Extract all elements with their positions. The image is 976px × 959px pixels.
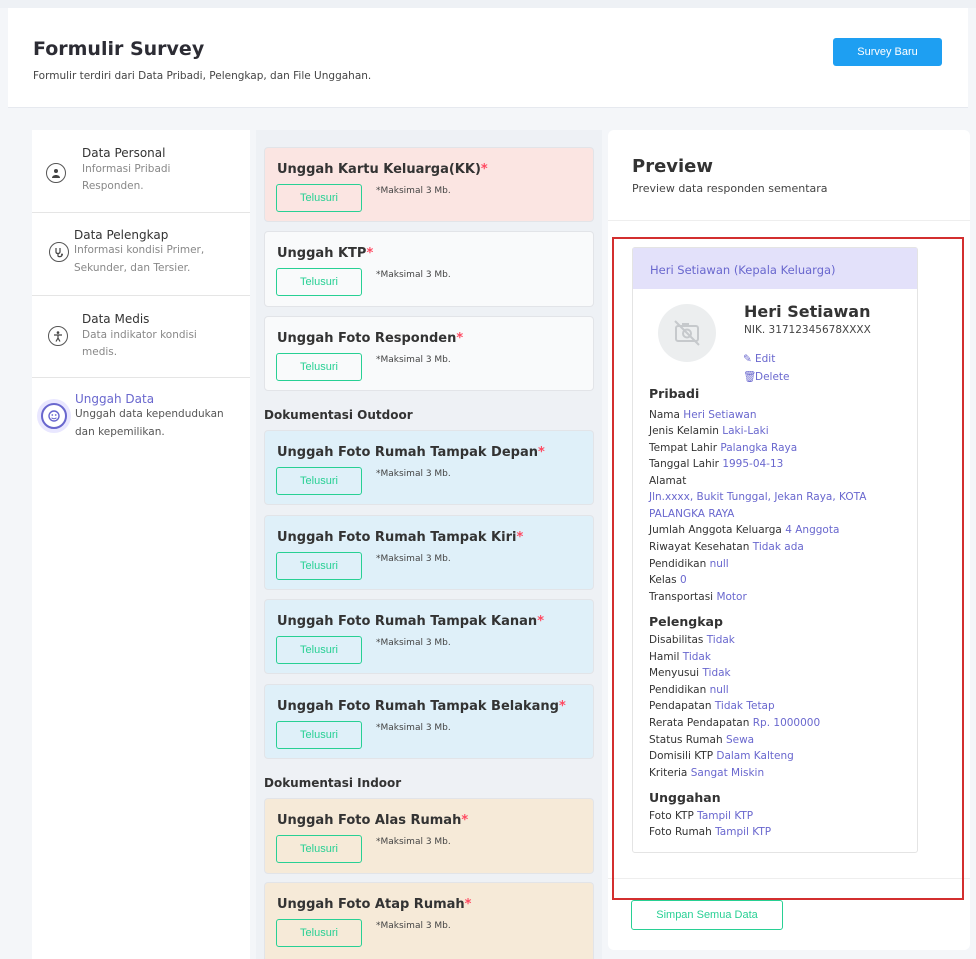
browse-button[interactable]: Telusuri (276, 835, 362, 863)
divider (608, 220, 970, 221)
required-mark: * (456, 331, 464, 346)
upload-title-text: Unggah Foto Rumah Tampak Kanan (277, 614, 538, 629)
upload-title-text: Unggah Kartu Keluarga(KK) (277, 162, 481, 177)
upload-card-ktp: Unggah KTP* Telusuri *Maksimal 3 Mb. (264, 231, 594, 307)
upload-note: *Maksimal 3 Mb. (376, 837, 451, 847)
upload-title: Unggah Foto Rumah Tampak Kanan* (277, 614, 544, 629)
section-outdoor: Dokumentasi Outdoor (264, 408, 413, 422)
upload-note: *Maksimal 3 Mb. (376, 723, 451, 733)
section-indoor: Dokumentasi Indoor (264, 776, 402, 790)
sidebar-item-desc: Informasi Pribadi (82, 163, 171, 175)
upload-card-atap-rumah: Unggah Foto Atap Rumah* Telusuri *Maksim… (264, 882, 594, 959)
upload-title: Unggah Foto Atap Rumah* (277, 897, 471, 912)
upload-title: Unggah Foto Rumah Tampak Depan* (277, 445, 545, 460)
upload-title-text: Unggah Foto Alas Rumah (277, 813, 462, 828)
sidebar: Data Personal Informasi Pribadi Responde… (32, 130, 250, 959)
page-subtitle: Formulir terdiri dari Data Pribadi, Pele… (33, 70, 372, 82)
required-mark: * (461, 813, 469, 828)
upload-note: *Maksimal 3 Mb. (376, 355, 451, 365)
upload-note: *Maksimal 3 Mb. (376, 186, 451, 196)
sidebar-item-data-medis[interactable]: Data Medis Data indikator kondisi medis. (32, 296, 250, 378)
sidebar-item-data-personal[interactable]: Data Personal Informasi Pribadi Responde… (32, 130, 250, 213)
sidebar-item-desc: Responden. (82, 180, 144, 192)
upload-card-kk: Unggah Kartu Keluarga(KK)* Telusuri *Mak… (264, 147, 594, 222)
upload-title: Unggah Foto Alas Rumah* (277, 813, 468, 828)
required-mark: * (480, 162, 488, 177)
browse-button[interactable]: Telusuri (276, 636, 362, 664)
required-mark: * (538, 445, 545, 460)
upload-title-text: Unggah Foto Atap Rumah (277, 897, 465, 912)
upload-title-text: Unggah Foto Rumah Tampak Depan (277, 445, 538, 460)
sidebar-item-unggah-data[interactable]: Unggah Data Unggah data kependudukan dan… (32, 378, 250, 460)
sidebar-item-desc: dan kepemilikan. (75, 426, 165, 438)
highlight-box (612, 237, 964, 900)
upload-title: Unggah Foto Rumah Tampak Belakang* (277, 699, 566, 714)
browse-button[interactable]: Telusuri (276, 268, 362, 296)
accessibility-icon (48, 326, 68, 346)
avatar-icon (37, 399, 71, 433)
sidebar-item-desc: Informasi kondisi Primer, (74, 244, 205, 256)
sidebar-item-desc: Data indikator kondisi (82, 329, 197, 341)
upload-title-text: Unggah Foto Responden (277, 331, 457, 346)
sidebar-item-desc: Unggah data kependudukan (75, 408, 224, 420)
browse-button[interactable]: Telusuri (276, 353, 362, 381)
sidebar-item-data-pelengkap[interactable]: Data Pelengkap Informasi kondisi Primer,… (32, 213, 250, 296)
upload-note: *Maksimal 3 Mb. (376, 554, 451, 564)
upload-title-text: Unggah Foto Rumah Tampak Kiri (277, 530, 517, 545)
new-survey-button[interactable]: Survey Baru (833, 38, 942, 66)
upload-title: Unggah Foto Responden* (277, 331, 463, 346)
upload-title: Unggah Foto Rumah Tampak Kiri* (277, 530, 523, 545)
upload-title: Unggah KTP* (277, 246, 373, 261)
required-mark: * (366, 246, 374, 261)
upload-column: Unggah Kartu Keluarga(KK)* Telusuri *Mak… (256, 130, 602, 959)
upload-note: *Maksimal 3 Mb. (376, 921, 451, 931)
upload-card-rumah-belakang: Unggah Foto Rumah Tampak Belakang* Telus… (264, 684, 594, 759)
required-mark: * (516, 530, 524, 545)
browse-button[interactable]: Telusuri (276, 467, 362, 495)
user-icon (46, 163, 66, 183)
upload-note: *Maksimal 3 Mb. (376, 638, 451, 648)
upload-note: *Maksimal 3 Mb. (376, 469, 451, 479)
required-mark: * (464, 897, 472, 912)
sidebar-item-desc: Sekunder, dan Tersier. (74, 262, 191, 274)
browse-button[interactable]: Telusuri (276, 552, 362, 580)
upload-card-alas-rumah: Unggah Foto Alas Rumah* Telusuri *Maksim… (264, 798, 594, 874)
upload-note: *Maksimal 3 Mb. (376, 270, 451, 280)
upload-card-rumah-depan: Unggah Foto Rumah Tampak Depan* Telusuri… (264, 430, 594, 505)
required-mark: * (559, 699, 566, 714)
preview-subtitle: Preview data responden sementara (632, 182, 828, 195)
upload-title: Unggah Kartu Keluarga(KK)* (277, 162, 488, 177)
sidebar-item-title: Data Pelengkap (74, 228, 169, 242)
upload-title-text: Unggah Foto Rumah Tampak Belakang (277, 699, 559, 714)
upload-title-text: Unggah KTP (277, 246, 367, 261)
upload-card-rumah-kiri: Unggah Foto Rumah Tampak Kiri* Telusuri … (264, 515, 594, 590)
upload-card-foto-responden: Unggah Foto Responden* Telusuri *Maksima… (264, 316, 594, 391)
upload-card-rumah-kanan: Unggah Foto Rumah Tampak Kanan* Telusuri… (264, 599, 594, 674)
browse-button[interactable]: Telusuri (276, 184, 362, 212)
save-all-button[interactable]: Simpan Semua Data (631, 900, 783, 930)
page-header: Formulir Survey Formulir terdiri dari Da… (8, 8, 968, 108)
sidebar-item-title: Data Personal (82, 146, 166, 160)
browse-button[interactable]: Telusuri (276, 721, 362, 749)
browse-button[interactable]: Telusuri (276, 919, 362, 947)
required-mark: * (537, 614, 544, 629)
top-band (0, 0, 976, 8)
sidebar-item-title: Data Medis (82, 312, 150, 326)
page-title: Formulir Survey (33, 38, 205, 60)
preview-title: Preview (632, 156, 714, 177)
sidebar-item-desc: medis. (82, 346, 118, 358)
stethoscope-icon (49, 242, 69, 262)
sidebar-item-title: Unggah Data (75, 392, 155, 406)
